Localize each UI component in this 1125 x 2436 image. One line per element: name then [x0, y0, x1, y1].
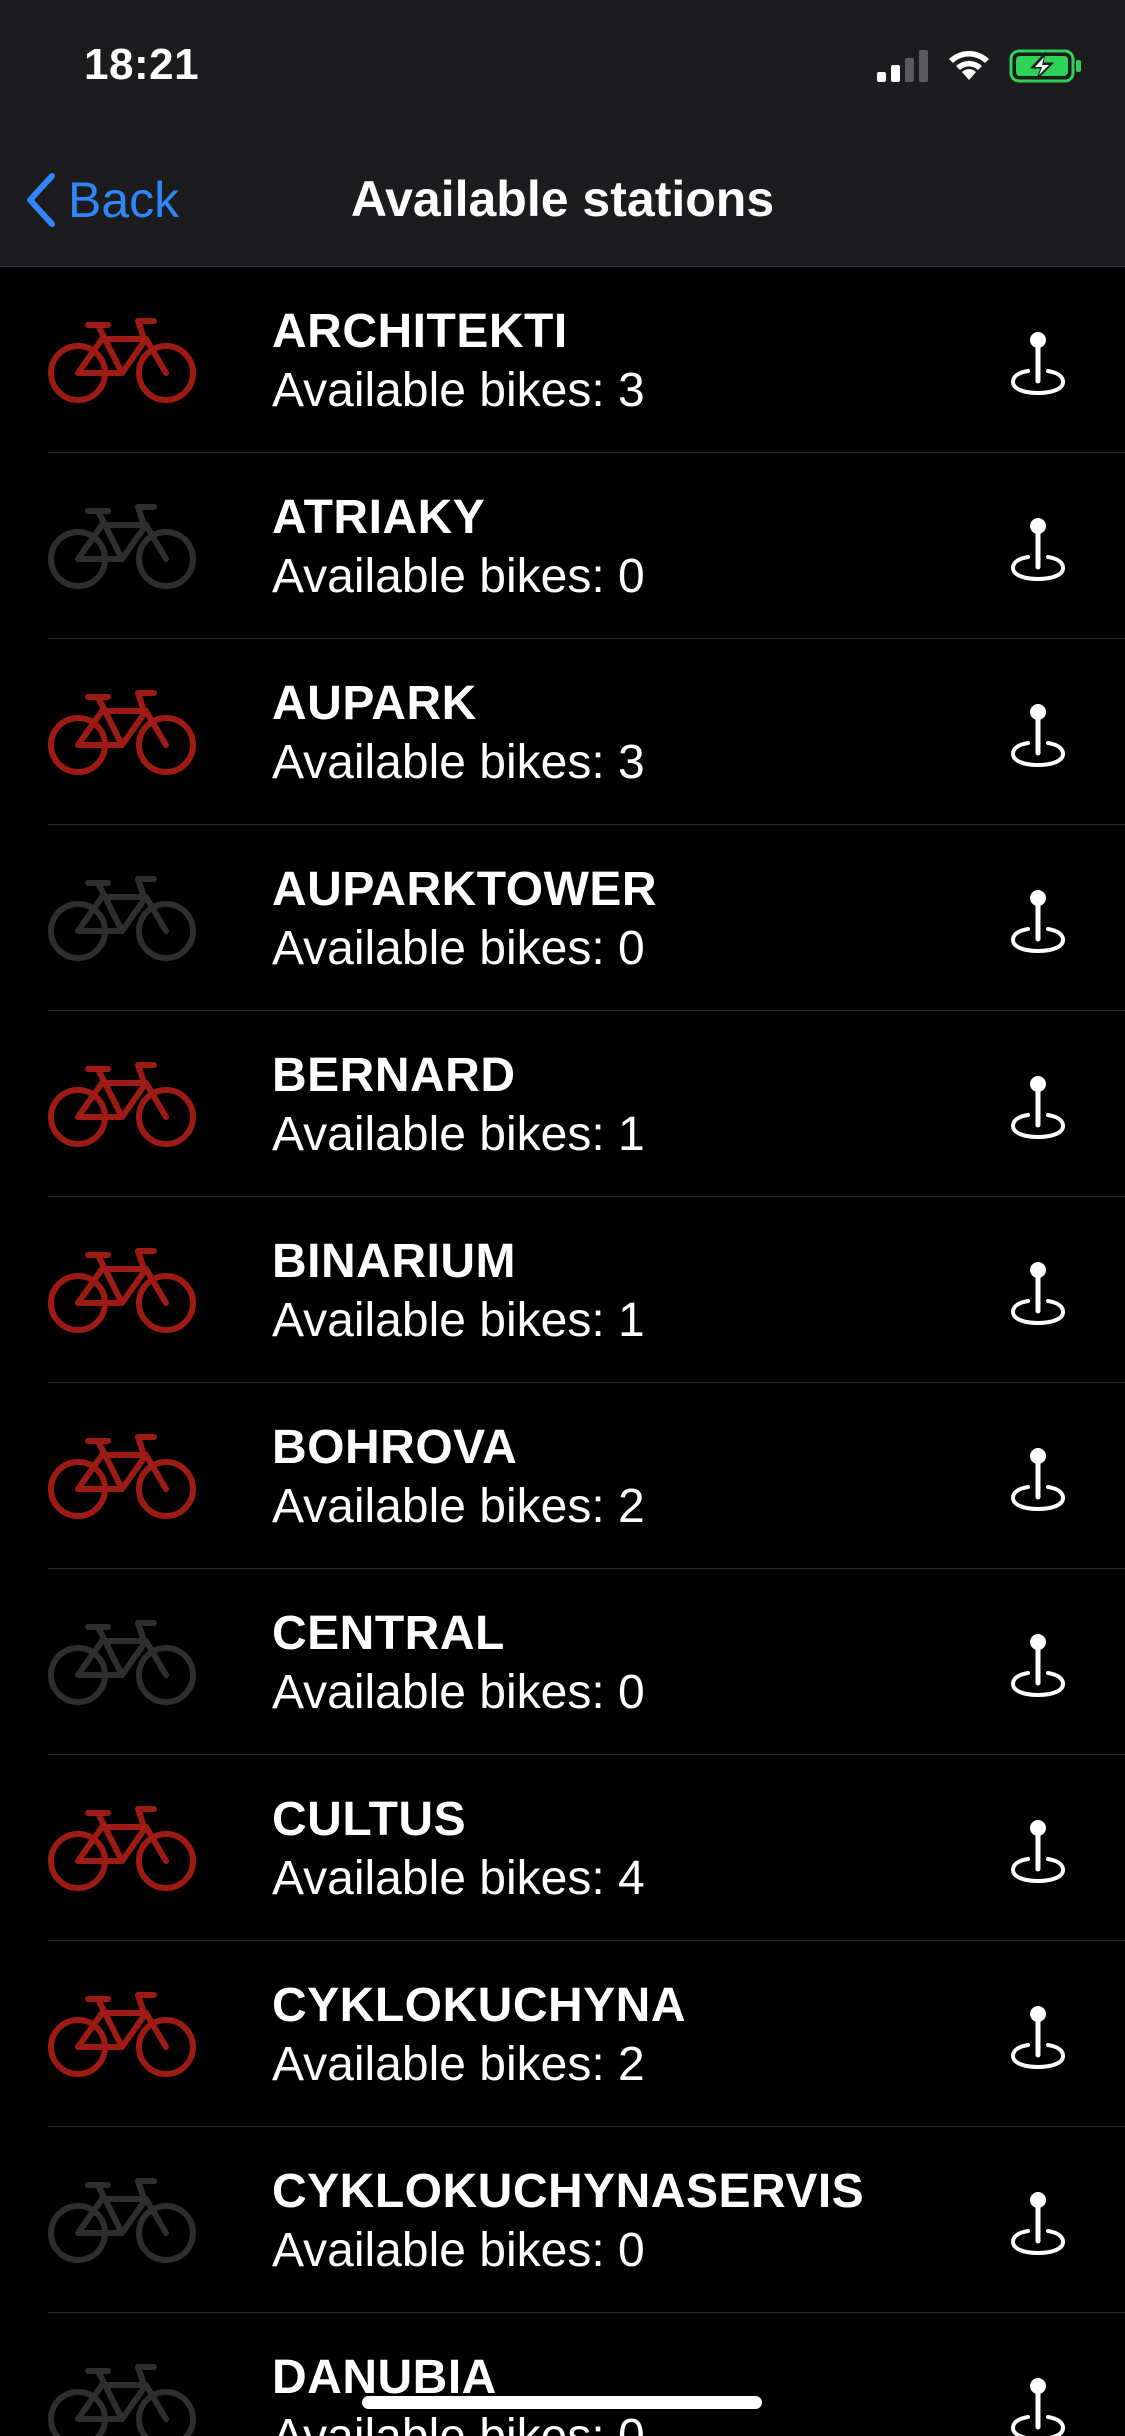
station-row[interactable]: AUPARKTOWER Available bikes: 0 — [0, 825, 1125, 1011]
map-pin-icon[interactable] — [1010, 889, 1066, 955]
bicycle-icon — [48, 2364, 196, 2436]
bicycle-icon — [48, 690, 196, 775]
bicycle-icon — [48, 1062, 196, 1147]
wifi-icon — [949, 51, 989, 80]
station-bikes-count: Available bikes: 2 — [272, 2038, 645, 2091]
bicycle-icon — [48, 1620, 196, 1705]
station-bikes-count: Available bikes: 4 — [272, 1852, 645, 1905]
bicycle-icon — [48, 504, 196, 589]
station-name: ATRIAKY — [272, 491, 486, 544]
station-row[interactable]: BINARIUM Available bikes: 1 — [0, 1197, 1125, 1383]
map-pin-icon[interactable] — [1010, 1447, 1066, 1513]
station-name: CENTRAL — [272, 1607, 505, 1660]
station-text: BERNARD Available bikes: 1 — [272, 1047, 645, 1165]
map-pin-icon[interactable] — [1010, 1633, 1066, 1699]
station-bikes-count: Available bikes: 0 — [272, 2407, 645, 2436]
page-title: Available stations — [350, 171, 775, 227]
status-time: 18:21 — [84, 40, 200, 89]
station-bikes-count: Available bikes: 1 — [272, 1108, 645, 1161]
station-row[interactable]: CENTRAL Available bikes: 0 — [0, 1569, 1125, 1755]
station-bikes-count: Available bikes: 0 — [272, 1666, 645, 1719]
navigation-bar: Back Available stations — [0, 132, 1125, 267]
station-name: AUPARK — [272, 677, 477, 730]
battery-charging-icon — [1009, 49, 1081, 83]
bicycle-icon — [48, 1248, 196, 1333]
map-pin-icon[interactable] — [1010, 331, 1066, 397]
station-bikes-count: Available bikes: 2 — [272, 1480, 645, 1533]
map-pin-icon[interactable] — [1010, 2377, 1066, 2436]
station-name: BOHROVA — [272, 1421, 518, 1474]
station-name: CYKLOKUCHYNASERVIS — [272, 2165, 865, 2218]
station-text: AUPARKTOWER Available bikes: 0 — [272, 861, 657, 979]
station-row[interactable]: CYKLOKUCHYNASERVIS Available bikes: 0 — [0, 2127, 1125, 2313]
bicycle-icon — [48, 1434, 196, 1519]
station-bikes-count: Available bikes: 3 — [272, 736, 645, 789]
map-pin-icon[interactable] — [1010, 1819, 1066, 1885]
bicycle-icon — [48, 1806, 196, 1891]
station-text: ATRIAKY Available bikes: 0 — [272, 489, 645, 607]
station-row[interactable]: AUPARK Available bikes: 3 — [0, 639, 1125, 825]
station-name: BINARIUM — [272, 1235, 516, 1288]
station-row[interactable]: CYKLOKUCHYNA Available bikes: 2 — [0, 1941, 1125, 2127]
station-bikes-count: Available bikes: 0 — [272, 550, 645, 603]
home-indicator[interactable] — [362, 2396, 762, 2409]
station-bikes-count: Available bikes: 0 — [272, 2224, 645, 2277]
cellular-signal-icon — [877, 50, 928, 82]
status-bar: 18:21 — [0, 0, 1125, 132]
station-row[interactable]: CULTUS Available bikes: 4 — [0, 1755, 1125, 1941]
station-row[interactable]: ARCHITEKTI Available bikes: 3 — [0, 267, 1125, 453]
station-text: CULTUS Available bikes: 4 — [272, 1791, 645, 1909]
station-text: CYKLOKUCHYNA Available bikes: 2 — [272, 1977, 686, 2095]
station-name: CYKLOKUCHYNA — [272, 1979, 686, 2032]
station-name: BERNARD — [272, 1049, 516, 1102]
station-text: AUPARK Available bikes: 3 — [272, 675, 645, 793]
station-text: CENTRAL Available bikes: 0 — [272, 1605, 645, 1723]
map-pin-icon[interactable] — [1010, 703, 1066, 769]
station-row[interactable]: BERNARD Available bikes: 1 — [0, 1011, 1125, 1197]
station-bikes-count: Available bikes: 0 — [272, 922, 645, 975]
station-row[interactable]: ATRIAKY Available bikes: 0 — [0, 453, 1125, 639]
bicycle-icon — [48, 318, 196, 403]
map-pin-icon[interactable] — [1010, 1075, 1066, 1141]
station-row[interactable]: DANUBIA Available bikes: 0 — [0, 2313, 1125, 2436]
station-name: CULTUS — [272, 1793, 467, 1846]
map-pin-icon[interactable] — [1010, 1261, 1066, 1327]
map-pin-icon[interactable] — [1010, 2005, 1066, 2071]
station-text: ARCHITEKTI Available bikes: 3 — [272, 303, 645, 421]
station-row[interactable]: BOHROVA Available bikes: 2 — [0, 1383, 1125, 1569]
station-list: ARCHITEKTI Available bikes: 3 ATRIAKY Av… — [0, 267, 1125, 2436]
map-pin-icon[interactable] — [1010, 2191, 1066, 2257]
bicycle-icon — [48, 876, 196, 961]
status-icons — [877, 48, 1083, 84]
station-text: DANUBIA Available bikes: 0 — [272, 2349, 645, 2436]
station-text: CYKLOKUCHYNASERVIS Available bikes: 0 — [272, 2163, 864, 2281]
station-name: ARCHITEKTI — [272, 305, 568, 358]
bicycle-icon — [48, 1992, 196, 2077]
station-text: BINARIUM Available bikes: 1 — [272, 1233, 645, 1351]
station-bikes-count: Available bikes: 3 — [272, 364, 645, 417]
station-text: BOHROVA Available bikes: 2 — [272, 1419, 645, 1537]
map-pin-icon[interactable] — [1010, 517, 1066, 583]
bicycle-icon — [48, 2178, 196, 2263]
screen: 18:21 Back Available stations ARCHITEKTI… — [0, 0, 1125, 2436]
station-name: AUPARKTOWER — [272, 863, 658, 916]
station-bikes-count: Available bikes: 1 — [272, 1294, 645, 1347]
